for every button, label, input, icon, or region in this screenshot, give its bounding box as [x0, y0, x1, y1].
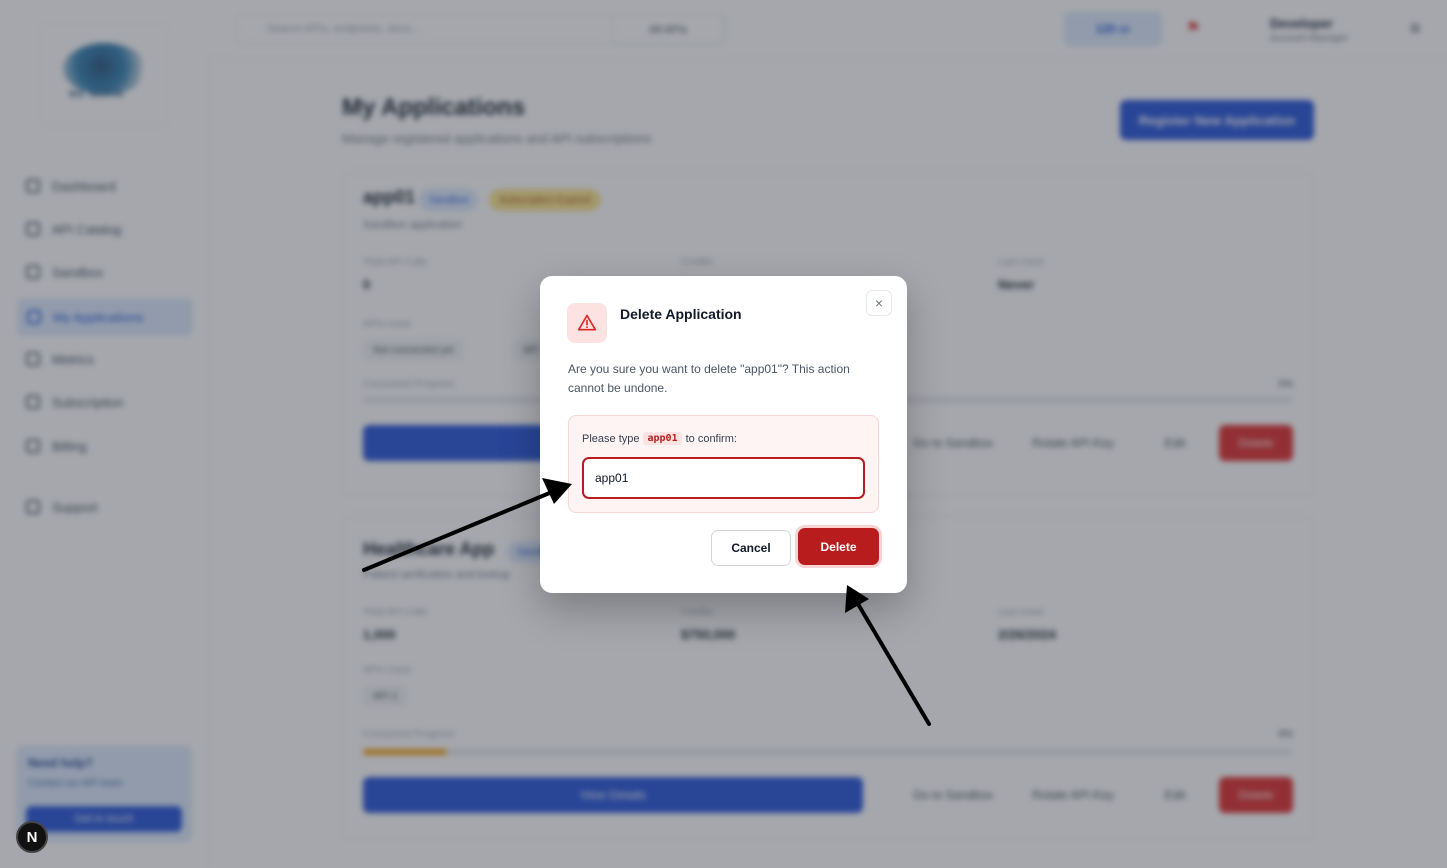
confirm-box: Please type app01 to confirm: [568, 415, 879, 513]
prompt-text-before: Please type [582, 432, 640, 445]
warning-triangle-icon [577, 314, 597, 331]
dialog-message: Are you sure you want to delete "app01"?… [568, 362, 850, 395]
warning-icon-box [567, 303, 607, 343]
delete-application-dialog: Delete Application × Are you sure you wa… [540, 276, 907, 593]
confirm-app-name-input[interactable] [582, 457, 865, 499]
dev-tools-badge[interactable]: N [16, 821, 48, 853]
prompt-app-name-code: app01 [643, 432, 682, 445]
dialog-title: Delete Application [620, 306, 742, 322]
close-icon: × [874, 295, 884, 311]
prompt-text-after: to confirm: [685, 432, 737, 445]
close-button[interactable]: × [866, 290, 892, 316]
confirm-prompt: Please type app01 to confirm: [582, 432, 737, 445]
delete-button[interactable]: Delete [798, 528, 879, 565]
cancel-button[interactable]: Cancel [711, 530, 791, 566]
